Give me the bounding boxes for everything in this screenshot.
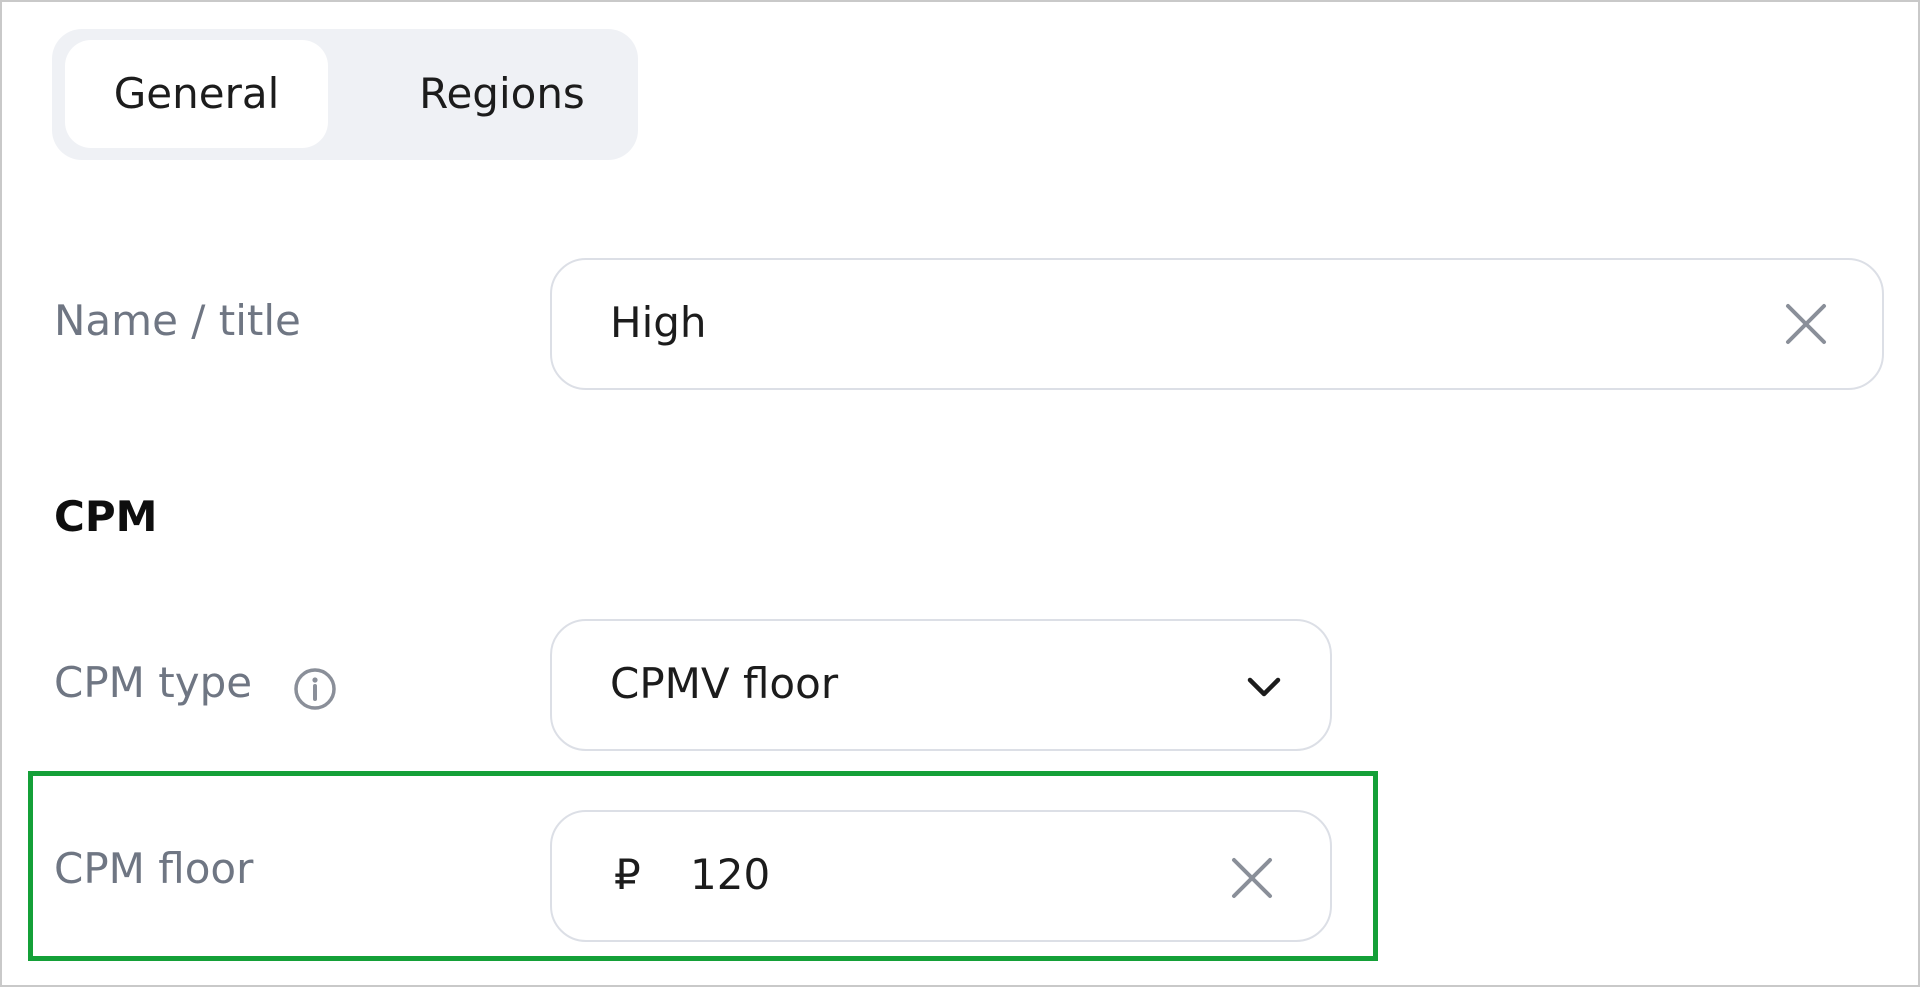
cpm-floor-label: CPM floor <box>54 844 254 893</box>
info-icon[interactable] <box>292 666 338 712</box>
currency-symbol: ₽ <box>614 850 641 899</box>
chevron-down-icon[interactable] <box>1242 665 1286 709</box>
name-field-label: Name / title <box>54 296 301 345</box>
cpm-floor-value: 120 <box>690 850 771 899</box>
close-icon[interactable] <box>1224 850 1280 906</box>
settings-panel: General Regions Name / title High CPM CP… <box>0 0 1920 987</box>
cpm-type-label: CPM type <box>54 658 252 707</box>
tab-bar: General Regions <box>52 29 638 160</box>
cpm-type-label-text: CPM type <box>54 658 253 707</box>
tab-regions[interactable]: Regions <box>382 40 622 148</box>
tab-general[interactable]: General <box>65 40 328 148</box>
section-title-cpm: CPM <box>54 492 158 541</box>
name-input[interactable]: High <box>550 258 1884 390</box>
cpm-type-select[interactable]: CPMV floor <box>550 619 1332 751</box>
cpm-floor-input[interactable]: ₽ 120 <box>550 810 1332 942</box>
close-icon[interactable] <box>1778 296 1834 352</box>
cpm-type-selected-value: CPMV floor <box>610 659 839 708</box>
name-input-value: High <box>610 298 707 347</box>
